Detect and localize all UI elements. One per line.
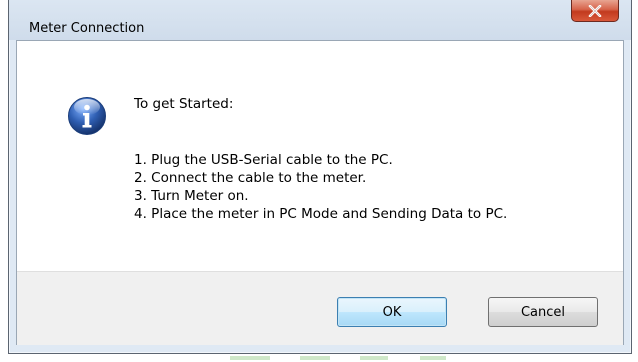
- cancel-button[interactable]: Cancel: [488, 297, 598, 327]
- title-bar[interactable]: Meter Connection: [9, 0, 631, 40]
- ok-button[interactable]: OK: [337, 297, 447, 327]
- button-bar: OK Cancel: [17, 271, 623, 345]
- background-strip: [300, 356, 330, 360]
- background-strip: [420, 356, 446, 360]
- message-heading: To get Started:: [134, 96, 234, 112]
- info-icon: [68, 97, 106, 135]
- instruction-step: 1. Plug the USB-Serial cable to the PC.: [134, 152, 393, 168]
- background-strip: [230, 356, 270, 360]
- instruction-step: 2. Connect the cable to the meter.: [134, 170, 367, 186]
- dialog-client-area: To get Started: 1. Plug the USB-Serial c…: [16, 40, 624, 345]
- message-area: To get Started: 1. Plug the USB-Serial c…: [17, 41, 623, 271]
- window-title: Meter Connection: [29, 21, 145, 36]
- dialog-window: Meter Connection To get Started: 1. Plug…: [8, 0, 632, 354]
- instruction-list: 1. Plug the USB-Serial cable to the PC. …: [134, 151, 507, 223]
- background-strip: [360, 356, 388, 360]
- close-button[interactable]: [571, 0, 619, 22]
- x-icon: [588, 4, 602, 17]
- instruction-step: 3. Turn Meter on.: [134, 188, 249, 204]
- instruction-step: 4. Place the meter in PC Mode and Sendin…: [134, 206, 508, 222]
